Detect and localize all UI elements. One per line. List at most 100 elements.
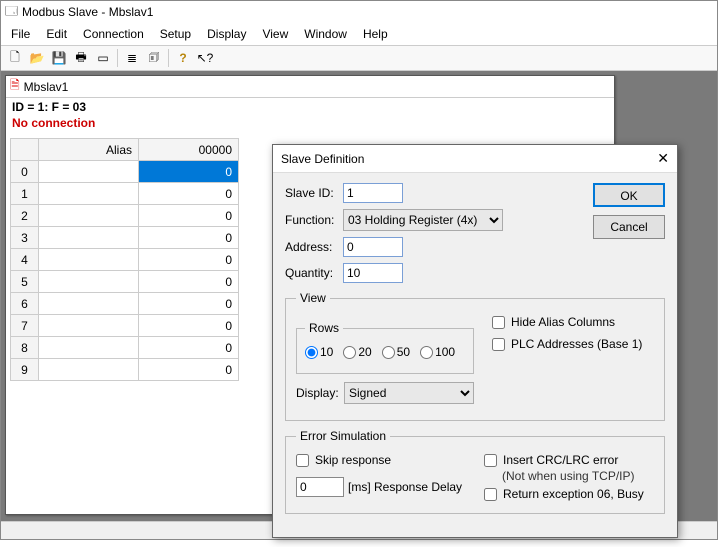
alias-cell[interactable]	[39, 337, 139, 359]
crc-check[interactable]	[484, 454, 497, 467]
skip-check[interactable]	[296, 454, 309, 467]
alias-cell[interactable]	[39, 249, 139, 271]
plc-label: PLC Addresses (Base 1)	[511, 337, 642, 351]
value-cell[interactable]: 0	[139, 249, 239, 271]
value-cell[interactable]: 0	[139, 183, 239, 205]
table-row: 70	[11, 315, 239, 337]
whatsthis-icon[interactable]: ↖?	[195, 48, 215, 68]
value-cell[interactable]: 0	[139, 161, 239, 183]
menu-connection[interactable]: Connection	[75, 25, 152, 43]
alias-cell[interactable]	[39, 271, 139, 293]
quantity-input[interactable]	[343, 263, 403, 283]
alias-cell[interactable]	[39, 161, 139, 183]
table-row: 20	[11, 205, 239, 227]
alias-cell[interactable]	[39, 293, 139, 315]
row-index[interactable]: 3	[11, 227, 39, 249]
header-value[interactable]: 00000	[139, 139, 239, 161]
hidealias-check[interactable]	[492, 316, 505, 329]
value-cell[interactable]: 0	[139, 271, 239, 293]
rows-50-radio[interactable]	[382, 346, 395, 359]
row-index[interactable]: 6	[11, 293, 39, 315]
errorsim-legend: Error Simulation	[296, 429, 390, 443]
address-label: Address:	[285, 240, 343, 254]
open-icon[interactable]: 📂	[27, 48, 47, 68]
form-icon[interactable]: ▭	[93, 48, 113, 68]
value-cell[interactable]: 0	[139, 337, 239, 359]
row-index[interactable]: 0	[11, 161, 39, 183]
alias-cell[interactable]	[39, 205, 139, 227]
value-cell[interactable]: 0	[139, 315, 239, 337]
row-index[interactable]: 4	[11, 249, 39, 271]
ok-button[interactable]: OK	[593, 183, 665, 207]
busy-check[interactable]	[484, 488, 497, 501]
print-icon[interactable]: 🖶	[71, 48, 91, 68]
row-index[interactable]: 8	[11, 337, 39, 359]
value-cell[interactable]: 0	[139, 293, 239, 315]
rows-10-radio[interactable]	[305, 346, 318, 359]
table-row: 80	[11, 337, 239, 359]
toolbar-sep	[117, 49, 118, 67]
menu-setup[interactable]: Setup	[152, 25, 199, 43]
child-titlebar: 🗎 Mbslav1	[6, 76, 614, 98]
menu-view[interactable]: View	[254, 25, 296, 43]
address-input[interactable]	[343, 237, 403, 257]
function-label: Function:	[285, 213, 343, 227]
help-icon[interactable]: ?	[173, 48, 193, 68]
rows-legend: Rows	[305, 321, 343, 335]
rows-20-radio[interactable]	[343, 346, 356, 359]
menu-file[interactable]: File	[3, 25, 38, 43]
dialog-title: Slave Definition	[281, 152, 364, 166]
rows-100[interactable]: 100	[420, 345, 455, 359]
row-index[interactable]: 5	[11, 271, 39, 293]
rows-50[interactable]: 50	[382, 345, 410, 359]
value-cell[interactable]: 0	[139, 205, 239, 227]
slaveid-input[interactable]	[343, 183, 403, 203]
slaveid-label: Slave ID:	[285, 186, 343, 200]
close-icon[interactable]: ✕	[657, 150, 669, 167]
app-icon: 🗔	[5, 2, 18, 23]
value-cell[interactable]: 0	[139, 227, 239, 249]
header-alias[interactable]: Alias	[39, 139, 139, 161]
table-row: 50	[11, 271, 239, 293]
row-index[interactable]: 9	[11, 359, 39, 381]
menu-display[interactable]: Display	[199, 25, 254, 43]
errorsim-group: Error Simulation Skip response [ms] Resp…	[285, 429, 665, 514]
alias-cell[interactable]	[39, 315, 139, 337]
row-index[interactable]: 1	[11, 183, 39, 205]
view-legend: View	[296, 291, 330, 305]
alias-cell[interactable]	[39, 227, 139, 249]
menu-window[interactable]: Window	[296, 25, 355, 43]
delay-input[interactable]	[296, 477, 344, 497]
save-icon[interactable]: 💾	[49, 48, 69, 68]
rows-10[interactable]: 10	[305, 345, 333, 359]
connection-status: No connection	[6, 116, 614, 134]
display-label: Display:	[296, 386, 344, 400]
child-title-text: Mbslav1	[24, 80, 69, 94]
quantity-label: Quantity:	[285, 266, 343, 280]
plc-check[interactable]	[492, 338, 505, 351]
row-index[interactable]: 7	[11, 315, 39, 337]
table-row: 00	[11, 161, 239, 183]
menu-help[interactable]: Help	[355, 25, 396, 43]
rows-100-radio[interactable]	[420, 346, 433, 359]
settings-icon[interactable]: 🗊	[144, 48, 164, 68]
rows-20[interactable]: 20	[343, 345, 371, 359]
new-icon[interactable]: 🗋	[5, 48, 25, 68]
table-row: 10	[11, 183, 239, 205]
function-select[interactable]: 03 Holding Register (4x)	[343, 209, 503, 231]
alias-cell[interactable]	[39, 359, 139, 381]
display-select[interactable]: Signed	[344, 382, 474, 404]
cancel-button[interactable]: Cancel	[593, 215, 665, 239]
rows-group: Rows 10 20 50 100	[296, 321, 474, 374]
register-table: Alias 00000 00102030405060708090	[10, 138, 239, 381]
doc-icon: 🗎	[10, 76, 20, 97]
skip-label: Skip response	[315, 453, 391, 467]
row-index[interactable]: 2	[11, 205, 39, 227]
menu-edit[interactable]: Edit	[38, 25, 75, 43]
delay-label: [ms] Response Delay	[348, 480, 462, 494]
alias-cell[interactable]	[39, 183, 139, 205]
value-cell[interactable]: 0	[139, 359, 239, 381]
connect-icon[interactable]: ≣	[122, 48, 142, 68]
table-row: 60	[11, 293, 239, 315]
toolbar-sep2	[168, 49, 169, 67]
